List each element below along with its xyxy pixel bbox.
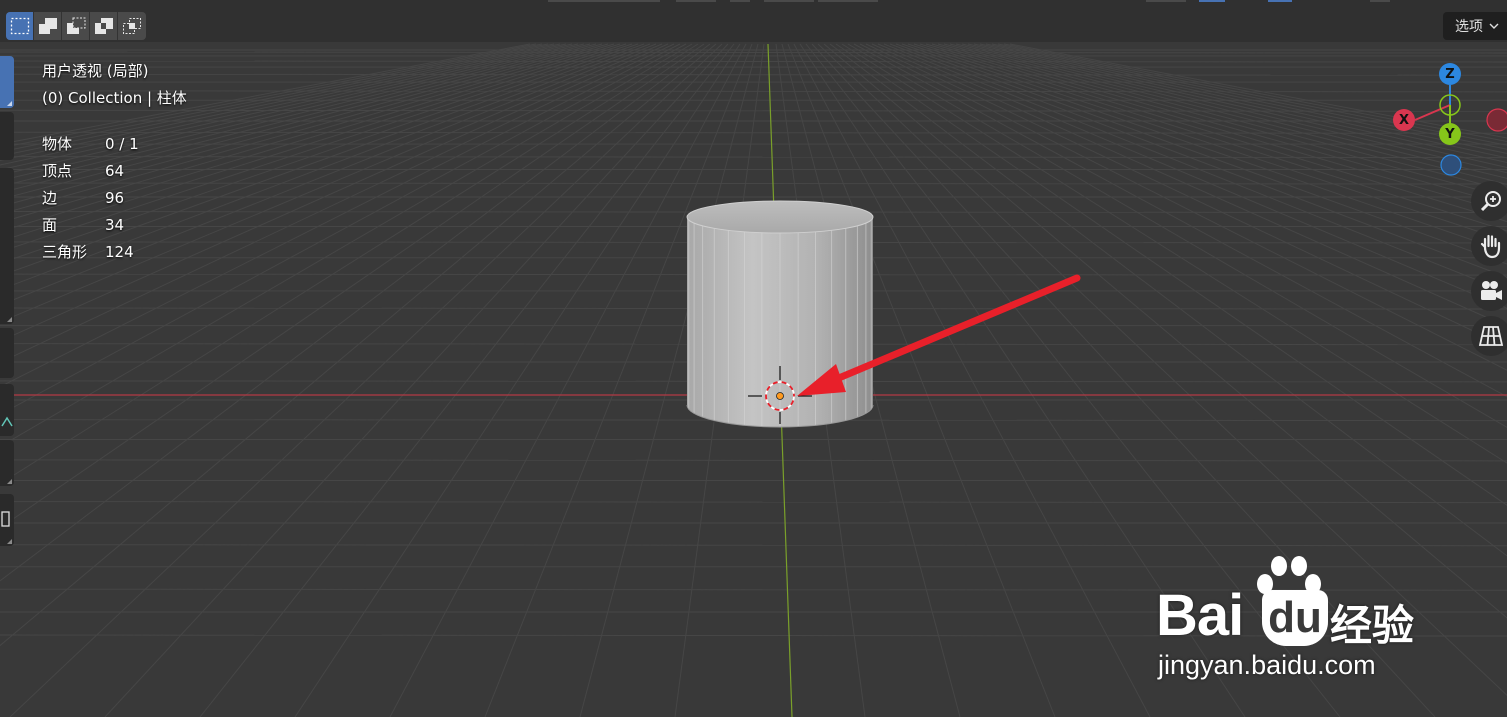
stat-value: 96	[105, 188, 125, 207]
tool-extra[interactable]	[0, 494, 14, 546]
measure-icon	[1, 416, 13, 427]
stat-value: 64	[105, 161, 125, 180]
zoom-button[interactable]	[1471, 181, 1507, 221]
stat-value: 124	[105, 242, 134, 261]
stat-row-objects: 物体 0 / 1	[42, 130, 139, 157]
stat-label: 三角形	[42, 243, 88, 261]
watermark-url: jingyan.baidu.com	[1158, 650, 1376, 680]
select-set-mode-button[interactable]	[6, 12, 34, 40]
camera-icon	[1481, 281, 1502, 300]
viewport-header: 选项	[0, 0, 1507, 42]
view-name-label: 用户透视 (局部)	[42, 62, 149, 80]
z-axis-handle[interactable]: Z	[1439, 63, 1461, 85]
stat-value: 0 / 1	[105, 134, 139, 153]
brand-text-part1: Bai	[1156, 583, 1244, 648]
chevron-down-icon	[1489, 23, 1499, 29]
navigation-gizmo[interactable]: Z X Y	[1385, 58, 1507, 183]
subtract-icon	[66, 17, 85, 34]
object-origin-point[interactable]	[776, 392, 784, 400]
tool-annotate[interactable]	[0, 328, 14, 378]
brand-suffix: 经验	[1330, 601, 1415, 650]
tool-measure[interactable]	[0, 384, 14, 436]
intersect-icon	[123, 18, 141, 34]
options-dropdown[interactable]: 选项	[1443, 12, 1507, 40]
tool-select-box[interactable]	[0, 56, 14, 108]
stat-label: 物体	[42, 135, 73, 153]
stat-label: 面	[42, 216, 58, 234]
stat-row-vertices: 顶点 64	[42, 157, 139, 184]
difference-icon	[94, 18, 113, 34]
select-extend-mode-button[interactable]	[34, 12, 62, 40]
stat-label: 顶点	[42, 162, 73, 180]
brand-text-part2: du	[1262, 590, 1328, 646]
box-icon	[1, 511, 10, 527]
stat-label: 边	[42, 189, 58, 207]
baidu-watermark: Bai du 经验 jingyan.baidu.com	[1150, 552, 1450, 692]
select-difference-mode-button[interactable]	[90, 12, 118, 40]
tool-cursor[interactable]	[0, 112, 14, 160]
statistics-overlay: 物体 0 / 1 顶点 64 边 96 面 34 三角形 124	[42, 130, 139, 265]
pan-button[interactable]	[1471, 226, 1507, 266]
tool-add[interactable]	[0, 440, 14, 486]
collection-label: (0) Collection | 柱体	[42, 89, 187, 107]
tool-transform-group[interactable]	[0, 168, 14, 324]
select-intersect-mode-button[interactable]	[118, 12, 146, 40]
selection-mode-group	[6, 12, 146, 40]
camera-view-button[interactable]	[1471, 271, 1507, 311]
stat-row-faces: 面 34	[42, 211, 139, 238]
stat-row-edges: 边 96	[42, 184, 139, 211]
grid-icon	[1478, 326, 1504, 346]
union-icon	[38, 18, 57, 34]
stat-value: 34	[105, 215, 125, 234]
select-subtract-mode-button[interactable]	[62, 12, 90, 40]
options-label: 选项	[1455, 19, 1483, 35]
y-axis-handle[interactable]: Y	[1439, 123, 1461, 145]
zoom-in-icon	[1480, 191, 1501, 212]
ortho-toggle-button[interactable]	[1471, 316, 1507, 356]
stat-row-triangles: 三角形 124	[42, 238, 139, 265]
hand-icon	[1480, 234, 1501, 259]
dashed-rect-icon	[10, 17, 29, 35]
3d-viewport[interactable]: 选项 用户透视 (局部) (0) Collection | 柱体 物体 0 / …	[0, 0, 1507, 717]
x-axis-handle[interactable]: X	[1393, 109, 1415, 131]
